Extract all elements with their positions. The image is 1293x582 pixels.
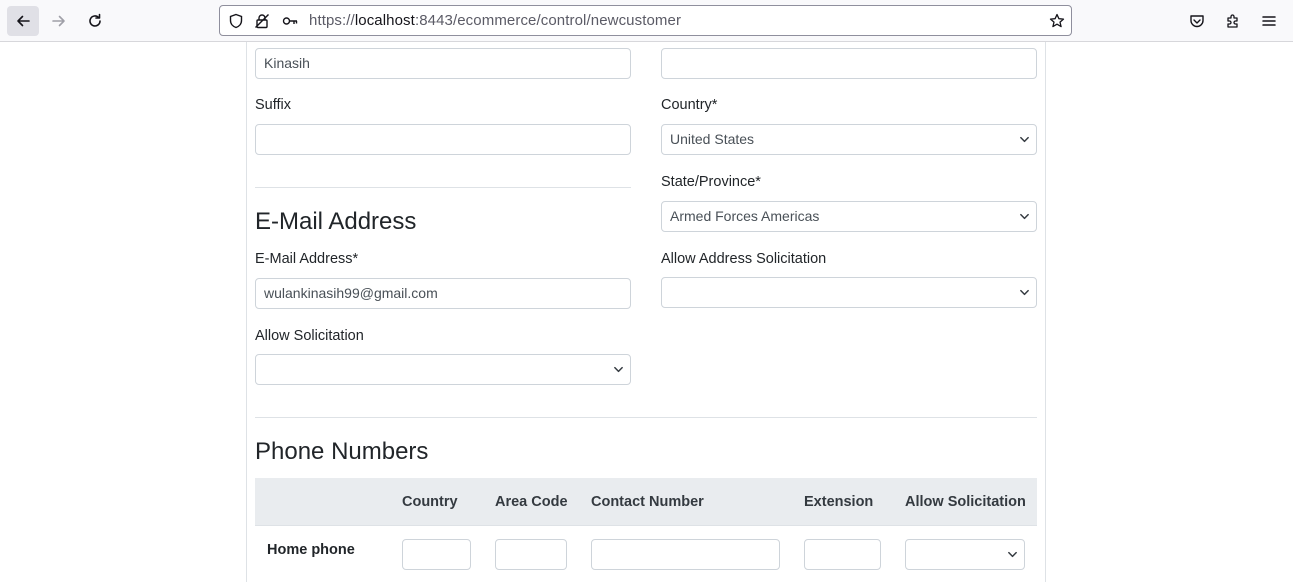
row-label-home-phone: Home phone [267,542,355,558]
reload-button[interactable] [79,6,111,36]
phone-section-title: Phone Numbers [255,438,429,465]
extensions-icon[interactable] [1225,13,1241,29]
forward-button[interactable] [43,6,75,36]
state-select[interactable]: Armed Forces Americas [661,201,1037,232]
back-button[interactable] [7,6,39,36]
back-arrow-icon [17,15,30,27]
column-header-extension: Extension [804,494,874,510]
country-select[interactable]: United States [661,124,1037,155]
url-prefix: https:// [309,12,355,29]
state-value: Armed Forces Americas [670,208,820,224]
chevron-down-icon [614,366,623,373]
shield-icon[interactable] [228,13,244,29]
allow-address-solicitation-label: Allow Address Solicitation [661,251,827,267]
home-phone-area-code-input[interactable] [495,539,567,570]
browser-toolbar: https://localhost:8443/ecommerce/control… [0,0,1293,42]
suffix-input[interactable] [255,124,631,155]
last-name-input[interactable]: Kinasih [255,48,631,79]
allow-address-solicitation-select[interactable] [661,277,1037,308]
state-label: State/Province* [661,174,761,190]
chevron-down-icon [1020,136,1029,143]
home-phone-allow-solicitation-select[interactable] [905,539,1025,570]
email-section-title: E-Mail Address [255,208,417,235]
chevron-down-icon [1008,551,1017,558]
page-content: Kinasih Suffix E-Mail Address E-Mail Add… [0,42,1293,582]
country-label: Country* [661,97,718,113]
reload-icon [89,13,101,27]
home-phone-extension-input[interactable] [804,539,881,570]
address-input[interactable] [661,48,1037,79]
url-host: localhost [354,12,415,29]
url-path: :8443/ecommerce/control/newcustomer [414,12,682,29]
email-label: E-Mail Address* [255,251,359,267]
column-header-contact-number: Contact Number [591,494,704,510]
form-container: Kinasih Suffix E-Mail Address E-Mail Add… [246,42,1046,582]
suffix-label: Suffix [255,97,292,113]
forward-arrow-icon [52,15,65,27]
pocket-icon[interactable] [1189,13,1205,29]
menu-icon[interactable] [1261,13,1277,29]
home-phone-contact-number-input[interactable] [591,539,780,570]
section-divider [255,417,1037,418]
chevron-down-icon [1020,213,1029,220]
column-header-allow-solicitation: Allow Solicitation [905,494,1026,510]
column-header-country: Country [402,494,458,510]
email-input[interactable]: wulankinasih99@gmail.com [255,278,631,309]
chevron-down-icon [1020,289,1029,296]
bookmark-star-icon[interactable] [1049,13,1065,29]
column-header-area-code: Area Code [495,494,568,510]
url-bar[interactable]: https://localhost:8443/ecommerce/control… [219,5,1072,36]
url-text[interactable]: https://localhost:8443/ecommerce/control… [309,12,681,29]
country-value: United States [670,131,755,147]
phone-table-header: Country Area Code Contact Number Extensi… [255,478,1037,526]
allow-solicitation-select[interactable] [255,354,631,385]
section-divider [255,187,631,188]
key-icon[interactable] [282,13,298,29]
allow-solicitation-label: Allow Solicitation [255,328,364,344]
insecure-lock-icon[interactable] [254,13,270,29]
home-phone-country-input[interactable] [402,539,471,570]
